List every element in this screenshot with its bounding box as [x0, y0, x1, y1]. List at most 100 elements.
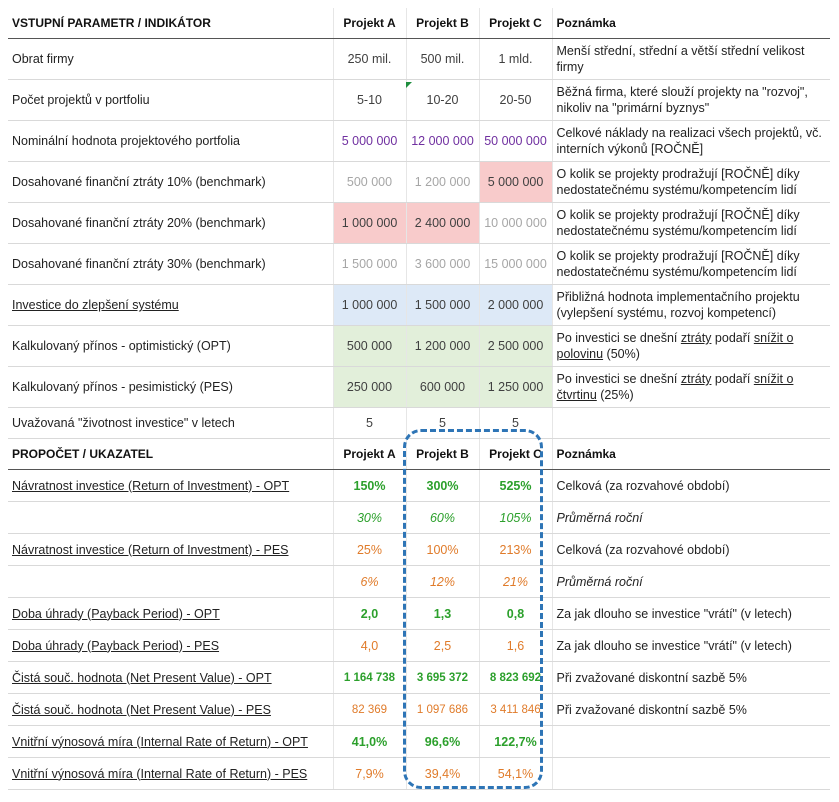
- cell[interactable]: 1 200 000: [406, 325, 480, 367]
- cell[interactable]: 1 mld.: [479, 38, 553, 80]
- note-cell[interactable]: Při zvažované diskontní sazbě 5%: [552, 693, 830, 726]
- cell[interactable]: 3 600 000: [406, 243, 480, 285]
- header-cell[interactable]: Projekt A: [333, 438, 407, 470]
- header-cell[interactable]: Projekt C: [479, 8, 553, 39]
- note-cell[interactable]: O kolik se projekty prodražují [ROČNĚ] d…: [552, 202, 830, 244]
- note-cell[interactable]: Celkové náklady na realizaci všech proje…: [552, 120, 830, 162]
- note-cell[interactable]: O kolik se projekty prodražují [ROČNĚ] d…: [552, 161, 830, 203]
- comment-indicator-icon[interactable]: [406, 82, 412, 88]
- cell[interactable]: 2 500 000: [479, 325, 553, 367]
- cell[interactable]: 100%: [406, 533, 480, 566]
- row-label[interactable]: Dosahované finanční ztráty 30% (benchmar…: [8, 243, 334, 285]
- cell[interactable]: 600 000: [406, 366, 480, 408]
- row-label[interactable]: Vnitřní výnosová míra (Internal Rate of …: [8, 725, 334, 758]
- note-cell[interactable]: Běžná firma, které slouží projekty na "r…: [552, 79, 830, 121]
- note-cell[interactable]: Po investici se dnešní ztráty podaří sní…: [552, 325, 830, 367]
- cell[interactable]: 1 000 000: [333, 284, 407, 326]
- cell[interactable]: 96,6%: [406, 725, 480, 758]
- header-cell[interactable]: Poznámka: [552, 438, 830, 470]
- cell[interactable]: 21%: [479, 565, 553, 598]
- cell[interactable]: 0,8: [479, 597, 553, 630]
- cell[interactable]: 500 000: [333, 161, 407, 203]
- cell[interactable]: 250 mil.: [333, 38, 407, 80]
- cell[interactable]: 1 250 000: [479, 366, 553, 408]
- note-cell[interactable]: Průměrná roční: [552, 565, 830, 598]
- cell[interactable]: 2,0: [333, 597, 407, 630]
- cell[interactable]: 15 000 000: [479, 243, 553, 285]
- cell[interactable]: 5 000 000: [479, 161, 553, 203]
- cell[interactable]: 25%: [333, 533, 407, 566]
- note-cell[interactable]: [552, 407, 830, 439]
- cell[interactable]: 1 500 000: [333, 243, 407, 285]
- cell[interactable]: 500 000: [333, 325, 407, 367]
- cell[interactable]: 300%: [406, 469, 480, 502]
- row-label[interactable]: Obrat firmy: [8, 38, 334, 80]
- cell[interactable]: 39,4%: [406, 757, 480, 790]
- cell[interactable]: 5 000 000: [333, 120, 407, 162]
- row-label[interactable]: [8, 501, 334, 534]
- cell[interactable]: 1,6: [479, 629, 553, 662]
- row-label[interactable]: Doba úhrady (Payback Period) - PES: [8, 629, 334, 662]
- cell[interactable]: 5: [479, 407, 553, 439]
- cell[interactable]: 50 000 000: [479, 120, 553, 162]
- row-label[interactable]: Návratnost investice (Return of Investme…: [8, 533, 334, 566]
- cell[interactable]: 1,3: [406, 597, 480, 630]
- cell[interactable]: 2 000 000: [479, 284, 553, 326]
- cell[interactable]: 8 823 692: [479, 661, 553, 694]
- cell[interactable]: 213%: [479, 533, 553, 566]
- cell[interactable]: 3 695 372: [406, 661, 480, 694]
- cell[interactable]: 2 400 000: [406, 202, 480, 244]
- header-cell[interactable]: Poznámka: [552, 8, 830, 39]
- cell[interactable]: 7,9%: [333, 757, 407, 790]
- cell[interactable]: 54,1%: [479, 757, 553, 790]
- cell[interactable]: 12%: [406, 565, 480, 598]
- note-cell[interactable]: O kolik se projekty prodražují [ROČNĚ] d…: [552, 243, 830, 285]
- header-cell[interactable]: PROPOČET / UKAZATEL: [8, 438, 334, 470]
- row-label[interactable]: Čistá souč. hodnota (Net Present Value) …: [8, 693, 334, 726]
- row-label[interactable]: Kalkulovaný přínos - pesimistický (PES): [8, 366, 334, 408]
- cell[interactable]: 250 000: [333, 366, 407, 408]
- note-cell[interactable]: Za jak dlouho se investice "vrátí" (v le…: [552, 597, 830, 630]
- note-cell[interactable]: [552, 757, 830, 790]
- row-label[interactable]: [8, 565, 334, 598]
- header-cell[interactable]: Projekt B: [406, 438, 480, 470]
- cell[interactable]: 41,0%: [333, 725, 407, 758]
- cell[interactable]: 5: [406, 407, 480, 439]
- note-cell[interactable]: Průměrná roční: [552, 501, 830, 534]
- row-label[interactable]: Investice do zlepšení systému: [8, 284, 334, 326]
- cell[interactable]: 30%: [333, 501, 407, 534]
- row-label[interactable]: Čistá souč. hodnota (Net Present Value) …: [8, 661, 334, 694]
- note-cell[interactable]: Menší střední, střední a větší střední v…: [552, 38, 830, 80]
- note-cell[interactable]: [552, 725, 830, 758]
- row-label[interactable]: Počet projektů v portfoliu: [8, 79, 334, 121]
- cell[interactable]: 122,7%: [479, 725, 553, 758]
- row-label[interactable]: Kalkulovaný přínos - optimistický (OPT): [8, 325, 334, 367]
- cell[interactable]: 60%: [406, 501, 480, 534]
- cell[interactable]: 5-10: [333, 79, 407, 121]
- row-label[interactable]: Dosahované finanční ztráty 20% (benchmar…: [8, 202, 334, 244]
- header-cell[interactable]: Projekt A: [333, 8, 407, 39]
- note-cell[interactable]: Při zvažované diskontní sazbě 5%: [552, 661, 830, 694]
- cell[interactable]: 12 000 000: [406, 120, 480, 162]
- cell[interactable]: 10-20: [406, 79, 480, 121]
- header-cell[interactable]: Projekt C: [479, 438, 553, 470]
- header-cell[interactable]: Projekt B: [406, 8, 480, 39]
- cell[interactable]: 2,5: [406, 629, 480, 662]
- note-cell[interactable]: Celková (za rozvahové období): [552, 469, 830, 502]
- cell[interactable]: 82 369: [333, 693, 407, 726]
- cell[interactable]: 6%: [333, 565, 407, 598]
- cell[interactable]: 525%: [479, 469, 553, 502]
- cell[interactable]: 150%: [333, 469, 407, 502]
- cell[interactable]: 3 411 846: [479, 693, 553, 726]
- row-label[interactable]: Vnitřní výnosová míra (Internal Rate of …: [8, 757, 334, 790]
- row-label[interactable]: Nominální hodnota projektového portfolia: [8, 120, 334, 162]
- row-label[interactable]: Doba úhrady (Payback Period) - OPT: [8, 597, 334, 630]
- cell[interactable]: 20-50: [479, 79, 553, 121]
- note-cell[interactable]: Po investici se dnešní ztráty podaří sní…: [552, 366, 830, 408]
- cell[interactable]: 1 200 000: [406, 161, 480, 203]
- cell[interactable]: 10 000 000: [479, 202, 553, 244]
- note-cell[interactable]: Celková (za rozvahové období): [552, 533, 830, 566]
- cell[interactable]: 1 097 686: [406, 693, 480, 726]
- cell[interactable]: 1 000 000: [333, 202, 407, 244]
- note-cell[interactable]: Za jak dlouho se investice "vrátí" (v le…: [552, 629, 830, 662]
